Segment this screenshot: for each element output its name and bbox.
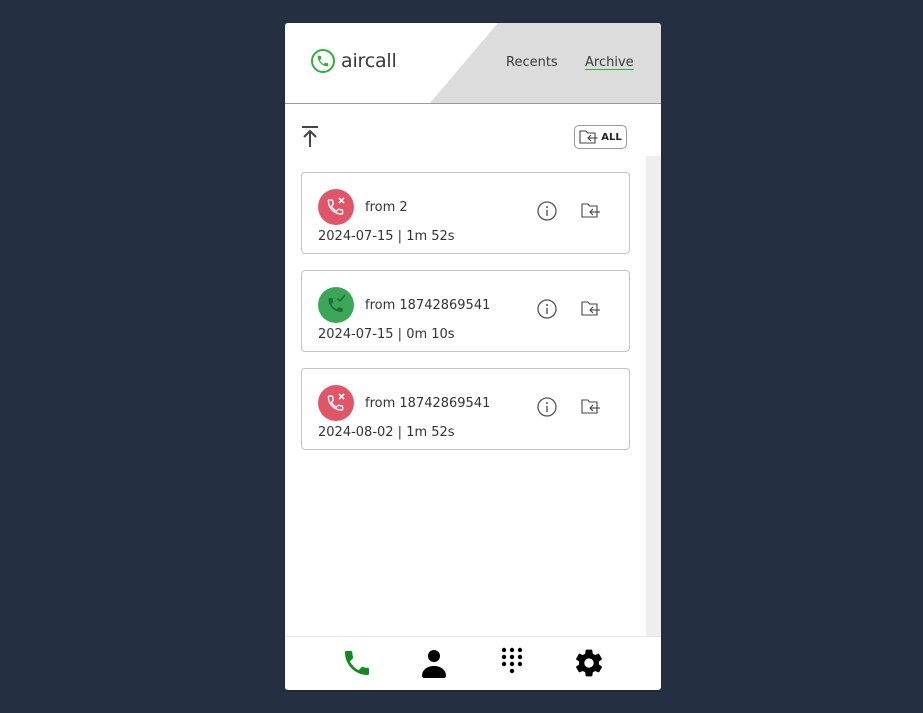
call-card[interactable]: from 18742869541 2024-07-15 | 0m 10s [301, 270, 630, 352]
missed-call-icon [318, 385, 354, 421]
logo-phone-icon [311, 49, 335, 73]
missed-call-icon [318, 189, 354, 225]
call-from: from 2 [365, 200, 408, 215]
logo-text: aircall [341, 50, 397, 72]
info-button[interactable] [537, 201, 557, 221]
info-button[interactable] [537, 397, 557, 417]
archive-call-button[interactable] [581, 398, 601, 416]
info-icon [537, 201, 557, 221]
nav-contacts[interactable] [418, 647, 450, 679]
archive-folder-icon [579, 130, 598, 144]
keypad-icon [501, 647, 523, 674]
call-card[interactable]: from 18742869541 2024-08-02 | 1m 52s [301, 368, 630, 450]
contact-icon [422, 650, 446, 678]
arrow-up-to-line-icon [302, 126, 318, 147]
scrollbar-track[interactable] [646, 156, 661, 636]
info-icon [537, 299, 557, 319]
scroll-to-top-button[interactable] [301, 125, 319, 149]
info-icon [537, 397, 557, 417]
nav-keypad[interactable] [496, 647, 528, 679]
call-from: from 18742869541 [365, 298, 491, 313]
archive-folder-icon [581, 399, 600, 414]
nav-calls[interactable] [341, 647, 373, 679]
aircall-widget: aircall Recents Archive ALL from 2 2024-… [285, 23, 661, 690]
call-card[interactable]: from 2 2024-07-15 | 1m 52s [301, 172, 630, 254]
archive-folder-icon [581, 203, 600, 218]
call-date-duration: 2024-07-15 | 0m 10s [318, 327, 455, 342]
aircall-logo: aircall [311, 49, 397, 73]
app-header: aircall Recents Archive [285, 23, 661, 104]
call-date-duration: 2024-08-02 | 1m 52s [318, 425, 455, 440]
archive-all-button[interactable]: ALL [574, 125, 627, 149]
call-from: from 18742869541 [365, 396, 491, 411]
nav-settings[interactable] [573, 647, 605, 679]
info-button[interactable] [537, 299, 557, 319]
tab-archive[interactable]: Archive [585, 55, 634, 70]
bottom-nav [285, 636, 661, 690]
archive-folder-icon [581, 301, 600, 316]
call-date-duration: 2024-07-15 | 1m 52s [318, 229, 455, 244]
archive-call-button[interactable] [581, 300, 601, 318]
archive-call-button[interactable] [581, 202, 601, 220]
answered-call-icon [318, 287, 354, 323]
settings-icon [576, 649, 602, 677]
archive-all-label: ALL [601, 131, 622, 143]
phone-icon [345, 651, 369, 675]
tab-recents[interactable]: Recents [506, 55, 558, 70]
